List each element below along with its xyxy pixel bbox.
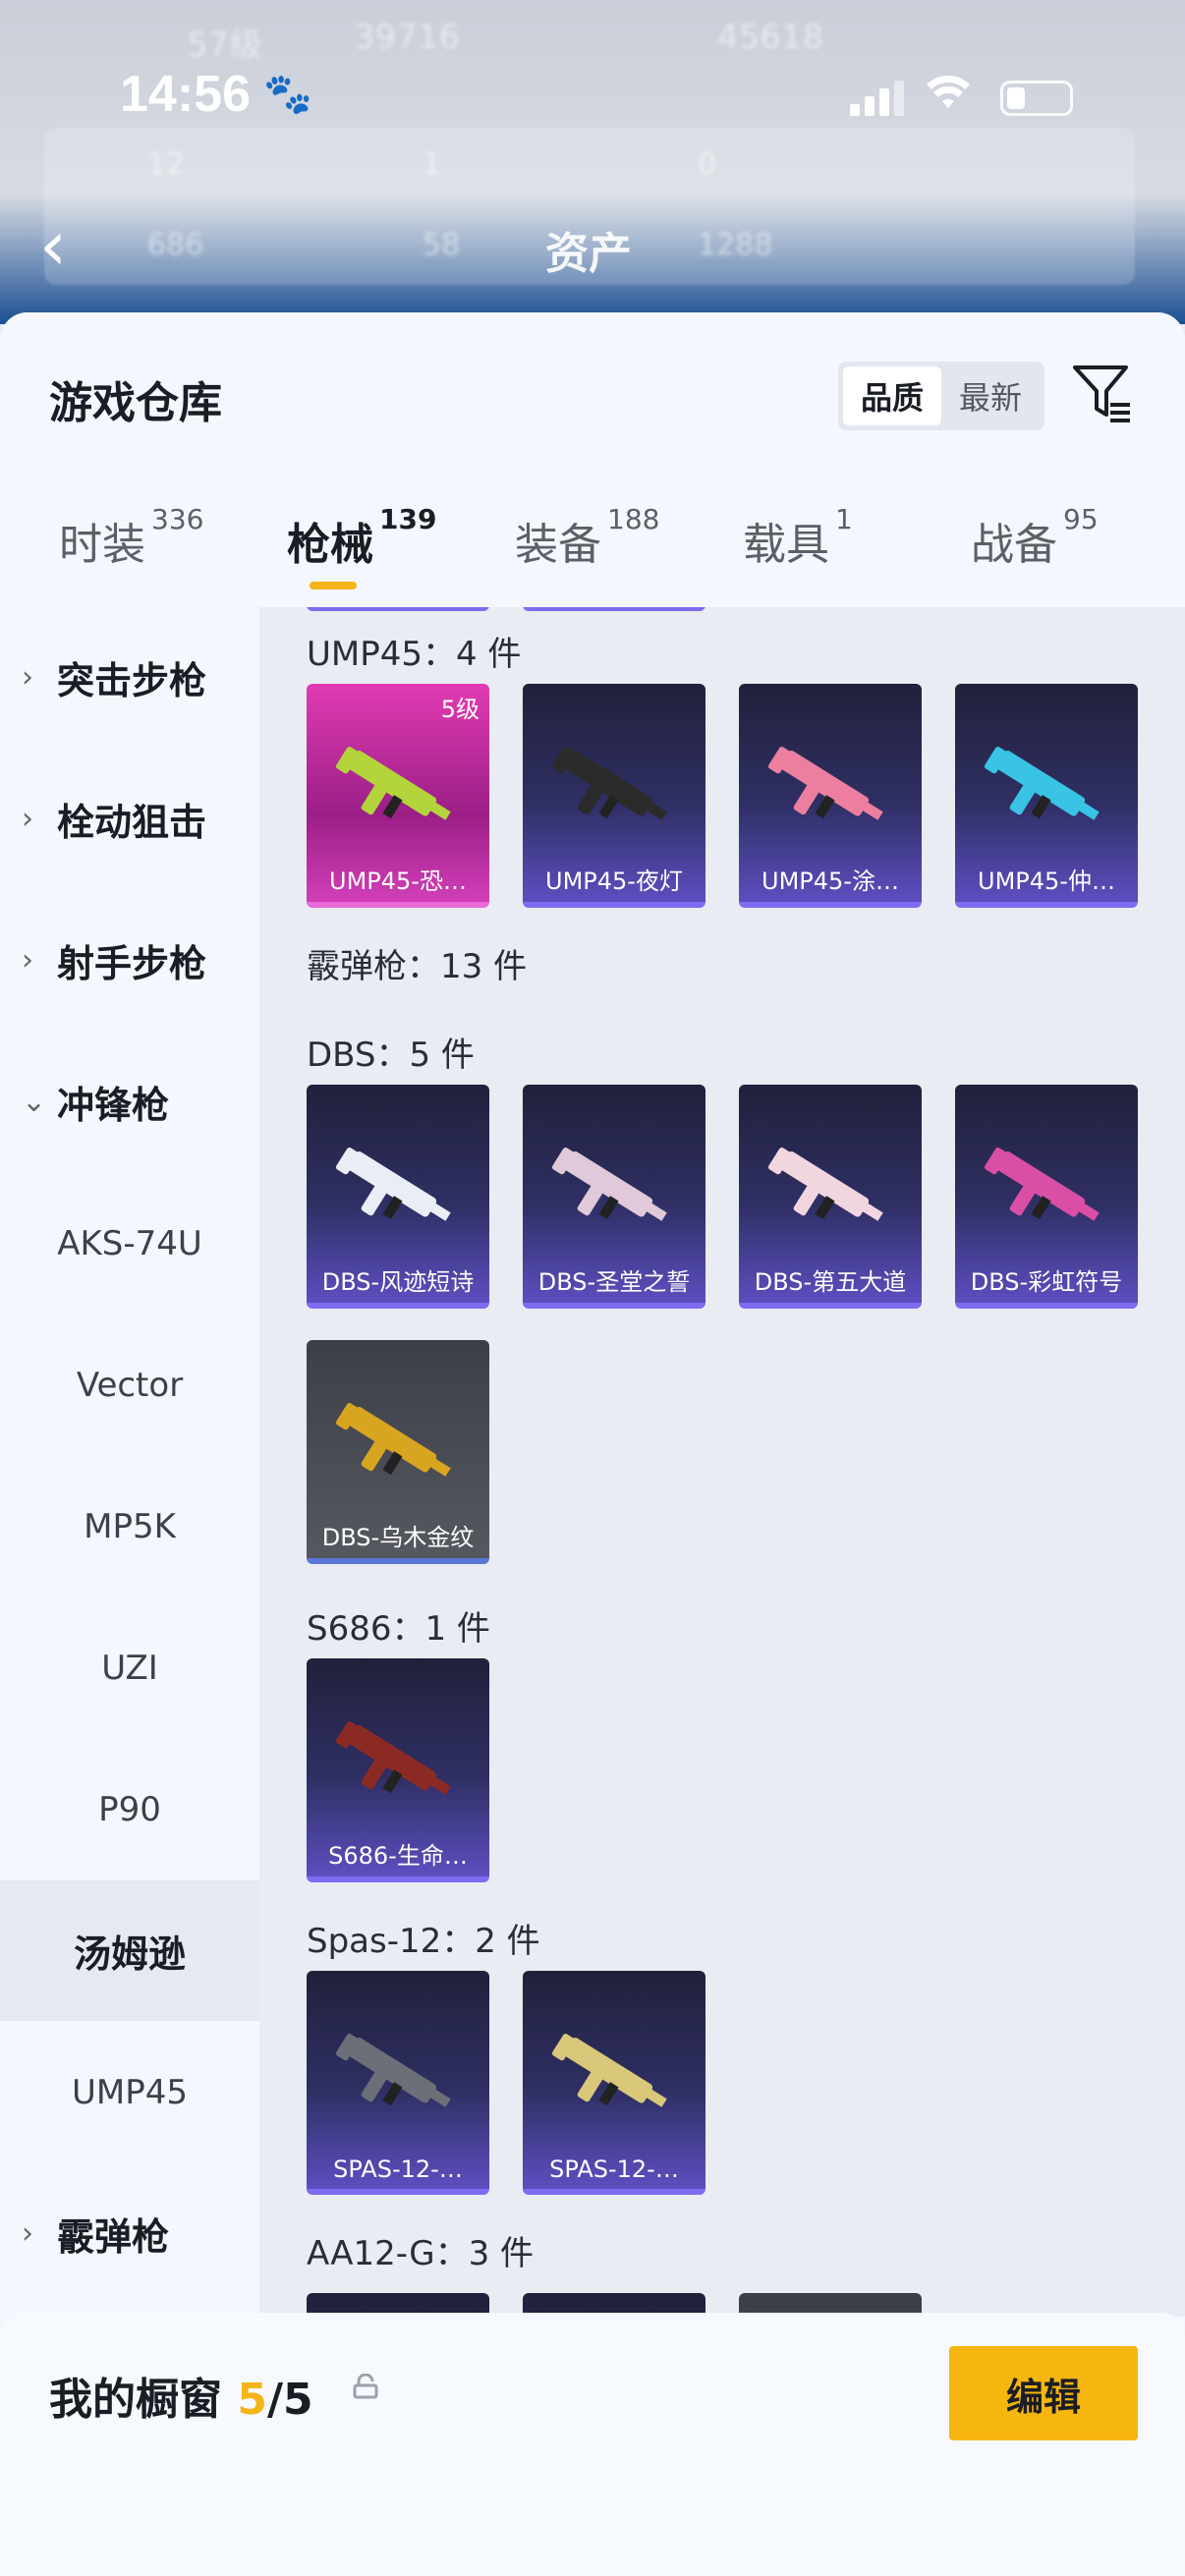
- sidebar-item-shotgun[interactable]: › 霰弹枪: [0, 2163, 259, 2304]
- weapon-card[interactable]: [523, 607, 705, 611]
- weapon-card[interactable]: SPAS-12-…: [523, 1971, 705, 2195]
- lock-icon: [352, 2373, 379, 2399]
- weapon-name: UMP45-夜灯: [545, 868, 683, 895]
- sidebar-item-marksman-rifle[interactable]: › 射手步枪: [0, 890, 259, 1031]
- back-arrow-icon[interactable]: ‹: [39, 211, 67, 280]
- category-tabs: 时装336 枪械139 装备188 载具1 战备95: [0, 503, 1185, 597]
- sidebar-item-smg[interactable]: ⌄ 冲锋枪: [0, 1032, 259, 1172]
- section-title-shotgun: 霰弹枪：13 件: [307, 947, 528, 986]
- battery-icon: [1000, 81, 1073, 116]
- tab-active-indicator: [310, 582, 357, 589]
- weapon-card[interactable]: DBS-彩虹符号: [955, 1085, 1138, 1309]
- weapon-name: SPAS-12-…: [333, 2156, 463, 2183]
- weapon-card[interactable]: UMP45-夜灯: [523, 684, 705, 908]
- wifi-icon: [926, 75, 971, 120]
- weapon-card[interactable]: S686-生命…: [307, 1658, 489, 1882]
- weapon-sidebar: › 突击步枪 › 栓动狙击 › 射手步枪 ⌄ 冲锋枪 AKS-74U Vector MP…: [0, 607, 259, 2317]
- section-title-s686: S686：1 件: [307, 1609, 490, 1649]
- sort-quality-button[interactable]: 品质: [843, 366, 941, 425]
- edit-button[interactable]: 编辑: [949, 2346, 1138, 2440]
- chevron-right-icon: ›: [22, 802, 33, 836]
- sidebar-item-thompson[interactable]: 汤姆逊: [0, 1880, 259, 2021]
- background-header: 57级 39716 45618 12 1 0 686 58 1288 ‹ 资产: [0, 0, 1185, 324]
- weapon-card[interactable]: SPAS-12-…: [307, 1971, 489, 2195]
- weapon-name: UMP45-涂…: [762, 868, 899, 895]
- sidebar-item-p90[interactable]: P90: [0, 1739, 259, 1879]
- chevron-right-icon: ›: [22, 943, 33, 978]
- weapon-name: DBS-风迹短诗: [321, 1268, 475, 1296]
- warehouse-sheet: 游戏仓库 品质 最新 时装336 枪械139 装备188 载具1 战备95 › 突…: [0, 312, 1185, 2576]
- showcase-total-count: /5: [266, 2375, 313, 2425]
- level-badge: 5级: [440, 696, 480, 723]
- tab-firearms[interactable]: 枪械139: [287, 503, 436, 572]
- weapon-name: DBS-乌木金纹: [321, 1524, 475, 1551]
- sidebar-item-mp5k[interactable]: MP5K: [0, 1456, 259, 1596]
- showcase-bar: 我的橱窗 5/5 编辑: [0, 2313, 1185, 2576]
- sidebar-item-assault-rifle[interactable]: › 突击步枪: [0, 607, 259, 748]
- weapon-card[interactable]: UMP45-涂…: [739, 684, 922, 908]
- tab-equipment[interactable]: 装备188: [515, 503, 659, 572]
- weapon-card[interactable]: DBS-圣堂之誓: [523, 1085, 705, 1309]
- paw-icon: 🐾: [263, 72, 312, 117]
- section-title-aa12: AA12-G：3 件: [307, 2234, 535, 2273]
- sort-toggle: 品质 最新: [838, 362, 1044, 430]
- weapon-grid: UMP45：4 件 5级 UMP45-恐… UMP45-夜灯 UMP45-涂… UMP4…: [259, 607, 1185, 2317]
- showcase-label: 我的橱窗 5/5: [49, 2375, 313, 2425]
- sidebar-item-vector[interactable]: Vector: [0, 1315, 259, 1455]
- weapon-name: DBS-第五大道: [754, 1268, 907, 1296]
- status-bar: 14:56 🐾: [0, 61, 1185, 130]
- weapon-card[interactable]: [307, 607, 489, 611]
- tab-vehicles[interactable]: 载具1: [743, 503, 853, 572]
- weapon-card[interactable]: DBS-风迹短诗: [307, 1085, 489, 1309]
- signal-icon: [850, 81, 909, 116]
- tab-supplies[interactable]: 战备95: [971, 503, 1099, 572]
- sidebar-item-aks74u[interactable]: AKS-74U: [0, 1173, 259, 1314]
- chevron-right-icon: ›: [22, 660, 33, 695]
- weapon-name: SPAS-12-…: [549, 2156, 679, 2183]
- weapon-card[interactable]: UMP45-仲…: [955, 684, 1138, 908]
- section-title-ump45: UMP45：4 件: [307, 635, 522, 674]
- weapon-name: DBS-彩虹符号: [970, 1268, 1123, 1296]
- sidebar-item-uzi[interactable]: UZI: [0, 1597, 259, 1738]
- sheet-header: 游戏仓库 品质 最新 时装336 枪械139 装备188 载具1 战备95: [0, 312, 1185, 607]
- weapon-name: UMP45-仲…: [978, 868, 1115, 895]
- section-title-dbs: DBS：5 件: [307, 1036, 475, 1075]
- chevron-down-icon: ⌄: [22, 1085, 47, 1119]
- weapon-name: S686-生命…: [328, 1842, 468, 1870]
- background-title: 资产: [545, 229, 632, 279]
- page-title: 游戏仓库: [49, 378, 222, 428]
- weapon-card[interactable]: 5级 UMP45-恐…: [307, 684, 489, 908]
- sort-newest-button[interactable]: 最新: [941, 366, 1040, 425]
- weapon-card[interactable]: DBS-乌木金纹: [307, 1340, 489, 1564]
- sidebar-item-bolt-sniper[interactable]: › 栓动狙击: [0, 749, 259, 889]
- chevron-right-icon: ›: [22, 2216, 33, 2251]
- showcase-used-count: 5: [237, 2375, 267, 2425]
- weapon-name: UMP45-恐…: [329, 868, 467, 895]
- tab-fashion[interactable]: 时装336: [59, 503, 203, 572]
- section-title-spas12: Spas-12：2 件: [307, 1922, 540, 1961]
- weapon-card[interactable]: DBS-第五大道: [739, 1085, 922, 1309]
- weapon-name: DBS-圣堂之誓: [537, 1268, 691, 1296]
- sidebar-item-ump45[interactable]: UMP45: [0, 2022, 259, 2162]
- filter-icon[interactable]: [1071, 362, 1134, 424]
- status-time: 14:56: [120, 66, 251, 123]
